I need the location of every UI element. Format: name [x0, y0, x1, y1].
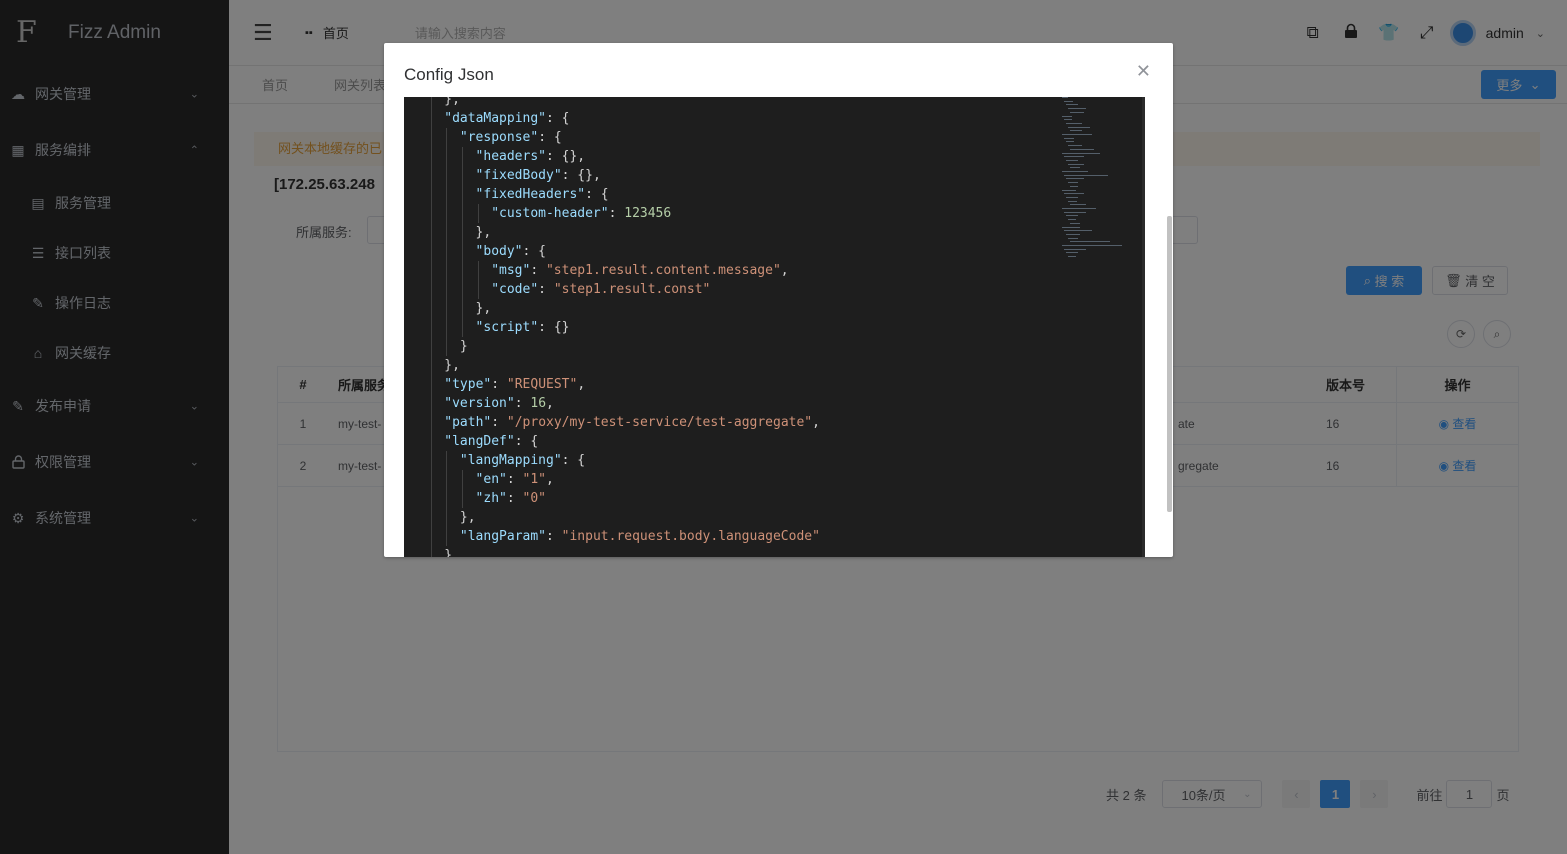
code-line: }, [404, 97, 820, 109]
config-json-dialog: Config Json ✕ }, "dataMapping": {"respons… [384, 43, 1173, 557]
minimap-line [1064, 211, 1086, 213]
minimap-line [1070, 185, 1078, 187]
code-line: "zh": "0" [404, 489, 820, 508]
dialog-scrollbar[interactable] [1167, 216, 1172, 512]
minimap-line [1066, 233, 1080, 235]
minimap-line [1070, 204, 1086, 206]
code-line: "fixedBody": {}, [404, 166, 820, 185]
code-line: "body": { [404, 242, 820, 261]
code-line: "response": { [404, 128, 820, 147]
minimap-line [1062, 171, 1088, 172]
close-icon[interactable]: ✕ [1136, 61, 1151, 82]
code-line: "en": "1", [404, 470, 820, 489]
minimap-line [1064, 100, 1073, 102]
minimap-line [1066, 178, 1084, 180]
minimap-line [1062, 134, 1092, 135]
code-content: }, "dataMapping": {"response": {"headers"… [404, 97, 820, 557]
minimap-line [1070, 148, 1094, 150]
minimap-line [1066, 159, 1078, 161]
minimap-line [1070, 111, 1084, 113]
minimap-line [1070, 241, 1110, 243]
code-line: "fixedHeaders": { [404, 185, 820, 204]
code-line: }, [404, 508, 820, 527]
minimap-line [1062, 226, 1080, 228]
minimap-line [1062, 97, 1068, 98]
minimap-line [1066, 215, 1078, 217]
minimap-line [1064, 119, 1072, 121]
editor-minimap[interactable] [1060, 97, 1144, 267]
code-line: "version": 16, [404, 394, 820, 413]
minimap-line [1066, 122, 1082, 124]
minimap-line [1066, 104, 1078, 106]
minimap-line [1070, 167, 1080, 169]
minimap-line [1064, 193, 1084, 195]
minimap-line [1062, 115, 1072, 117]
minimap-line [1070, 130, 1082, 132]
minimap-line [1068, 163, 1084, 165]
code-line: "headers": {}, [404, 147, 820, 166]
minimap-line [1068, 256, 1076, 258]
minimap-line [1064, 156, 1084, 158]
code-line: "msg": "step1.result.content.message", [404, 261, 820, 280]
code-line: "custom-header": 123456 [404, 204, 820, 223]
minimap-line [1068, 219, 1076, 221]
code-line: "type": "REQUEST", [404, 375, 820, 394]
minimap-line [1068, 145, 1082, 147]
minimap-line [1068, 200, 1077, 202]
minimap-line [1068, 182, 1078, 184]
code-line: }, [404, 223, 820, 242]
code-line: }, [404, 356, 820, 375]
minimap-line [1070, 222, 1080, 224]
minimap-line [1066, 141, 1074, 143]
minimap-line [1062, 208, 1096, 209]
minimap-line [1068, 237, 1078, 239]
editor-scrollbar[interactable] [1142, 97, 1145, 557]
code-line: } [404, 337, 820, 356]
minimap-line [1064, 174, 1108, 176]
minimap-line [1062, 245, 1122, 246]
minimap-line [1064, 248, 1086, 250]
minimap-line [1064, 230, 1092, 232]
dialog-title: Config Json [404, 65, 494, 84]
minimap-line [1066, 252, 1078, 254]
json-editor[interactable]: }, "dataMapping": {"response": {"headers"… [404, 97, 1145, 557]
code-line: }, [404, 299, 820, 318]
code-line: "path": "/proxy/my-test-service/test-agg… [404, 413, 820, 432]
code-line: } [404, 546, 820, 557]
minimap-line [1066, 196, 1078, 198]
code-line: "langParam": "input.request.body.languag… [404, 527, 820, 546]
code-line: "code": "step1.result.const" [404, 280, 820, 299]
minimap-line [1064, 137, 1074, 139]
minimap-line [1062, 189, 1076, 191]
code-line: "script": {} [404, 318, 820, 337]
minimap-line [1062, 152, 1100, 154]
code-line: "langMapping": { [404, 451, 820, 470]
minimap-line [1068, 126, 1090, 128]
code-line: "dataMapping": { [404, 109, 820, 128]
minimap-line [1068, 108, 1086, 110]
code-line: "langDef": { [404, 432, 820, 451]
